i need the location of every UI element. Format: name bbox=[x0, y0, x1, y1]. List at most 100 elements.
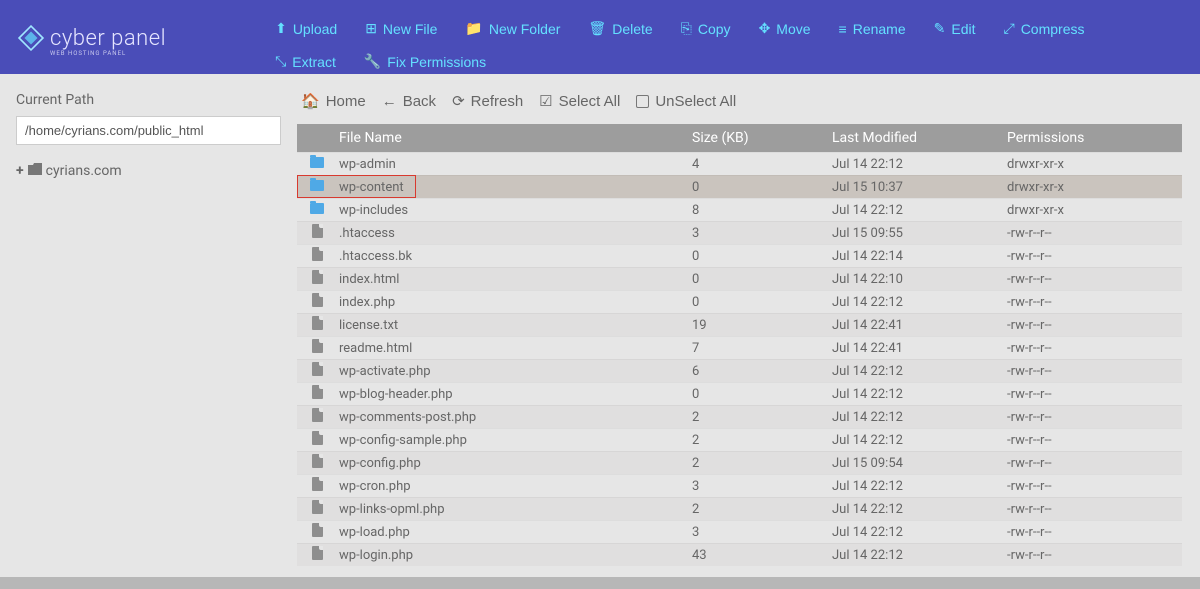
cell-perms: -rw-r--r-- bbox=[1007, 387, 1182, 402]
table-row[interactable]: wp-admin4Jul 14 22:12drwxr-xr-x bbox=[297, 152, 1182, 175]
cell-name: .htaccess bbox=[337, 226, 692, 241]
table-row[interactable]: wp-config.php2Jul 15 09:54-rw-r--r-- bbox=[297, 451, 1182, 474]
edit-icon: ✎ bbox=[934, 20, 946, 37]
rename-button[interactable]: ≡Rename bbox=[825, 12, 920, 45]
col-perms[interactable]: Permissions bbox=[1007, 130, 1182, 146]
cell-perms: -rw-r--r-- bbox=[1007, 433, 1182, 448]
table-row[interactable]: .htaccess.bk0Jul 14 22:14-rw-r--r-- bbox=[297, 244, 1182, 267]
tree-root-label: cyrians.com bbox=[46, 163, 122, 179]
table-row[interactable]: readme.html7Jul 14 22:41-rw-r--r-- bbox=[297, 336, 1182, 359]
new-file-button[interactable]: ⊞New File bbox=[351, 12, 451, 45]
file-nav: 🏠Home ←Back ⟳Refresh ☑Select All UnSelec… bbox=[297, 86, 1182, 124]
home-button[interactable]: 🏠Home bbox=[301, 92, 366, 110]
table-row[interactable]: wp-links-opml.php2Jul 14 22:12-rw-r--r-- bbox=[297, 497, 1182, 520]
cell-size: 6 bbox=[692, 364, 832, 379]
col-modified[interactable]: Last Modified bbox=[832, 130, 1007, 146]
cell-name: wp-login.php bbox=[337, 548, 692, 563]
new-folder-button[interactable]: 📁New Folder bbox=[451, 12, 574, 45]
checkbox-empty-icon bbox=[636, 95, 649, 108]
cell-name: wp-comments-post.php bbox=[337, 410, 692, 425]
back-button[interactable]: ←Back bbox=[382, 93, 436, 110]
cell-size: 2 bbox=[692, 502, 832, 517]
refresh-button[interactable]: ⟳Refresh bbox=[452, 92, 523, 110]
edit-button[interactable]: ✎ Edit bbox=[920, 12, 990, 45]
cell-name: wp-links-opml.php bbox=[337, 502, 692, 517]
wrench-icon: 🔧 bbox=[364, 53, 381, 70]
toolbar-label: New File bbox=[383, 21, 437, 37]
cell-modified: Jul 15 09:54 bbox=[832, 456, 1007, 471]
file-icon bbox=[312, 546, 323, 560]
file-icon bbox=[312, 385, 323, 399]
tree-expand-icon[interactable]: + bbox=[16, 163, 24, 179]
col-size[interactable]: Size (KB) bbox=[692, 130, 832, 146]
file-icon bbox=[312, 477, 323, 491]
file-icon bbox=[312, 316, 323, 330]
cell-perms: -rw-r--r-- bbox=[1007, 341, 1182, 356]
cell-size: 43 bbox=[692, 548, 832, 563]
file-icon bbox=[312, 339, 323, 353]
cell-name: wp-config-sample.php bbox=[337, 433, 692, 448]
cell-size: 0 bbox=[692, 295, 832, 310]
file-icon bbox=[312, 454, 323, 468]
upload-icon: ⬆ bbox=[275, 20, 287, 37]
toolbar-label: Move bbox=[776, 21, 810, 37]
table-row[interactable]: wp-comments-post.php2Jul 14 22:12-rw-r--… bbox=[297, 405, 1182, 428]
cyberpanel-logo-icon bbox=[18, 25, 44, 51]
table-row[interactable]: license.txt19Jul 14 22:41-rw-r--r-- bbox=[297, 313, 1182, 336]
horizontal-scrollbar[interactable] bbox=[0, 577, 1200, 589]
cell-perms: -rw-r--r-- bbox=[1007, 364, 1182, 379]
cell-perms: drwxr-xr-x bbox=[1007, 203, 1182, 218]
cell-size: 2 bbox=[692, 456, 832, 471]
table-row[interactable]: wp-login.php43Jul 14 22:12-rw-r--r-- bbox=[297, 543, 1182, 566]
cell-size: 19 bbox=[692, 318, 832, 333]
unselect-all-button[interactable]: UnSelect All bbox=[636, 93, 736, 110]
cell-modified: Jul 14 22:12 bbox=[832, 203, 1007, 218]
table-row[interactable]: wp-cron.php3Jul 14 22:12-rw-r--r-- bbox=[297, 474, 1182, 497]
col-name[interactable]: File Name bbox=[337, 130, 692, 146]
brand-subtitle: WEB HOSTING PANEL bbox=[50, 50, 166, 57]
copy-button[interactable]: ⎘Copy bbox=[667, 12, 745, 45]
cell-modified: Jul 14 22:41 bbox=[832, 318, 1007, 333]
toolbar-label: Edit bbox=[951, 21, 975, 37]
copy-icon: ⎘ bbox=[681, 20, 692, 37]
table-row[interactable]: wp-config-sample.php2Jul 14 22:12-rw-r--… bbox=[297, 428, 1182, 451]
table-row[interactable]: index.html0Jul 14 22:10-rw-r--r-- bbox=[297, 267, 1182, 290]
cell-name: wp-includes bbox=[337, 203, 692, 218]
cell-size: 0 bbox=[692, 387, 832, 402]
move-button[interactable]: ✥Move bbox=[745, 12, 825, 45]
delete-button[interactable]: 🗑Delete bbox=[574, 12, 666, 45]
cell-perms: -rw-r--r-- bbox=[1007, 295, 1182, 310]
cell-name: wp-blog-header.php bbox=[337, 387, 692, 402]
cell-size: 2 bbox=[692, 410, 832, 425]
cell-modified: Jul 14 22:12 bbox=[832, 433, 1007, 448]
brand-name: cyber panel bbox=[50, 26, 166, 51]
table-row[interactable]: wp-includes8Jul 14 22:12drwxr-xr-x bbox=[297, 198, 1182, 221]
cell-modified: Jul 14 22:12 bbox=[832, 157, 1007, 172]
cell-name: license.txt bbox=[337, 318, 692, 333]
table-row[interactable]: wp-blog-header.php0Jul 14 22:12-rw-r--r-… bbox=[297, 382, 1182, 405]
upload-button[interactable]: ⬆Upload bbox=[261, 12, 351, 45]
table-row[interactable]: wp-activate.php6Jul 14 22:12-rw-r--r-- bbox=[297, 359, 1182, 382]
select-all-button[interactable]: ☑Select All bbox=[539, 92, 620, 110]
toolbar-label: Compress bbox=[1021, 21, 1085, 37]
cell-name: wp-load.php bbox=[337, 525, 692, 540]
current-path-label: Current Path bbox=[16, 92, 285, 108]
cell-perms: -rw-r--r-- bbox=[1007, 272, 1182, 287]
folder-icon bbox=[28, 163, 42, 179]
trash-icon: 🗑 bbox=[588, 20, 606, 37]
tree-root[interactable]: + cyrians.com bbox=[16, 163, 285, 179]
cell-modified: Jul 14 22:12 bbox=[832, 502, 1007, 517]
table-row[interactable]: wp-content0Jul 15 10:37drwxr-xr-x bbox=[297, 175, 1182, 198]
table-row[interactable]: wp-load.php3Jul 14 22:12-rw-r--r-- bbox=[297, 520, 1182, 543]
file-icon bbox=[312, 408, 323, 422]
table-row[interactable]: index.php0Jul 14 22:12-rw-r--r-- bbox=[297, 290, 1182, 313]
cell-modified: Jul 14 22:10 bbox=[832, 272, 1007, 287]
table-row[interactable]: .htaccess3Jul 15 09:55-rw-r--r-- bbox=[297, 221, 1182, 244]
compress-button[interactable]: ⤢Compress bbox=[989, 12, 1098, 45]
current-path-input[interactable] bbox=[16, 116, 281, 145]
cell-modified: Jul 14 22:12 bbox=[832, 387, 1007, 402]
cell-size: 0 bbox=[692, 272, 832, 287]
cell-modified: Jul 14 22:41 bbox=[832, 341, 1007, 356]
cell-modified: Jul 14 22:12 bbox=[832, 479, 1007, 494]
cell-perms: -rw-r--r-- bbox=[1007, 410, 1182, 425]
